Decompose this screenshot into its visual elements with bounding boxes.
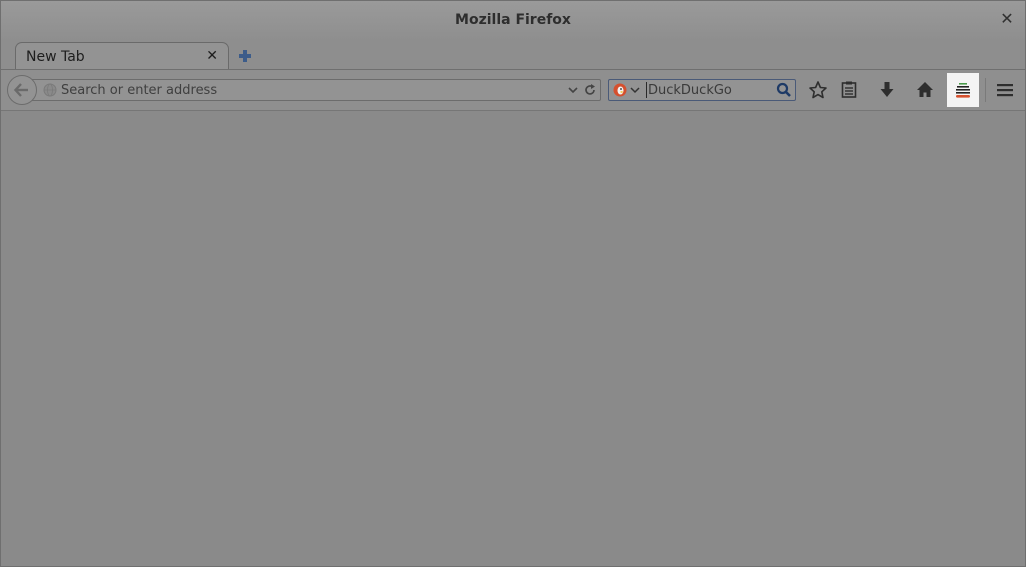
menu-button[interactable]	[994, 79, 1016, 101]
globe-icon	[43, 83, 57, 97]
duckduckgo-icon[interactable]	[613, 83, 627, 97]
chevron-down-icon[interactable]	[566, 83, 580, 97]
clipboard-icon	[841, 81, 857, 98]
window-title: Mozilla Firefox	[455, 12, 571, 28]
url-bar[interactable]	[29, 79, 601, 101]
tab-close-button[interactable]: ✕	[206, 48, 218, 64]
magnifier-icon[interactable]	[776, 82, 792, 98]
window-close-button[interactable]: ✕	[999, 11, 1015, 27]
new-tab-button[interactable]	[237, 48, 253, 64]
tab-new-tab[interactable]: New Tab ✕	[15, 42, 229, 70]
title-bar: Mozilla Firefox ✕	[1, 1, 1025, 41]
plus-icon	[239, 50, 251, 62]
url-input[interactable]	[61, 82, 531, 98]
reading-list-button[interactable]	[838, 79, 860, 101]
star-icon	[809, 81, 827, 99]
hamburger-icon	[997, 84, 1013, 97]
addon-button[interactable]	[947, 73, 979, 107]
engine-dropdown-icon[interactable]	[629, 84, 641, 96]
tab-label: New Tab	[26, 49, 85, 65]
back-arrow-icon	[13, 83, 28, 97]
search-bar[interactable]	[608, 79, 796, 101]
home-icon	[917, 82, 933, 97]
reload-icon[interactable]	[583, 83, 597, 97]
navigation-toolbar	[1, 70, 1025, 110]
browser-window: Mozilla Firefox ✕ New Tab ✕	[0, 0, 1026, 567]
home-button[interactable]	[914, 79, 936, 101]
tab-strip: New Tab ✕	[1, 41, 1025, 70]
download-arrow-icon	[880, 82, 894, 97]
search-input[interactable]	[646, 82, 773, 98]
page-content-area[interactable]	[1, 111, 1025, 566]
toolbar-separator	[985, 78, 986, 102]
bookmark-button[interactable]	[807, 79, 829, 101]
layers-addon-icon	[956, 83, 970, 98]
downloads-button[interactable]	[876, 79, 898, 101]
back-button[interactable]	[7, 75, 37, 105]
